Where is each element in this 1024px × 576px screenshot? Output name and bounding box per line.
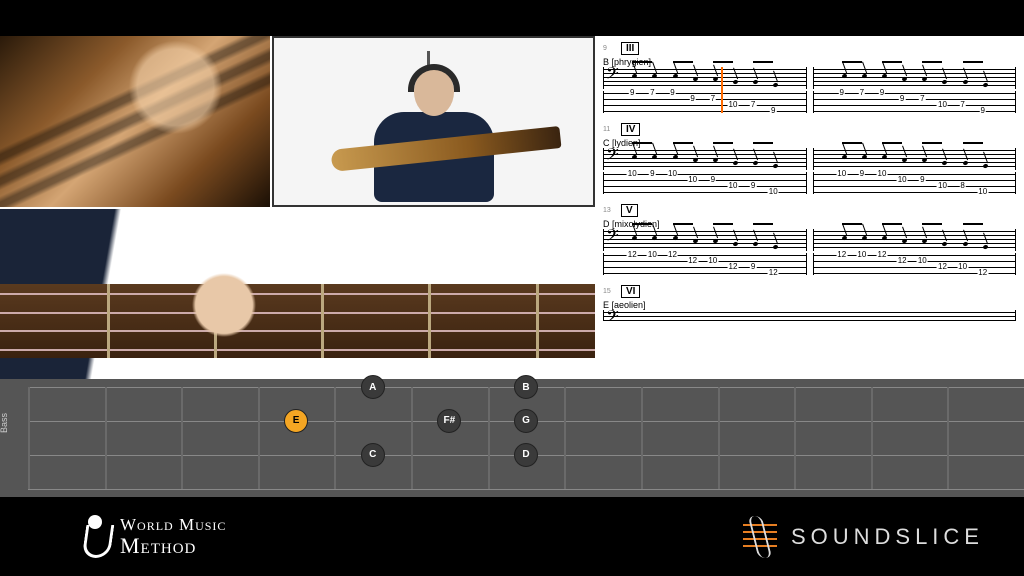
fretboard-note[interactable]: E [284, 409, 308, 433]
fretboard-note[interactable]: C [361, 443, 385, 467]
notation-system: 15VIE [aeolien]𝄢 [603, 285, 1016, 321]
fretboard-note[interactable]: B [514, 375, 538, 399]
wmm-icon [80, 515, 110, 559]
fretboard-note[interactable]: D [514, 443, 538, 467]
notation-system: 9IIIB [phrygien]𝄢979971079979971079 [603, 42, 1016, 113]
measure[interactable]: 𝄢1091010910910 [603, 148, 807, 194]
playhead[interactable] [721, 67, 723, 113]
mode-label: D [mixolydien] [603, 219, 1016, 229]
notation-panel[interactable]: 9IIIB [phrygien]𝄢97997107997997107911IVC… [595, 36, 1024, 379]
main-content: 9IIIB [phrygien]𝄢97997107997997107911IVC… [0, 36, 1024, 379]
measure[interactable]: 𝄢121012121012912 [603, 229, 807, 275]
footer: World Music Method SOUNDSLICE [0, 497, 1024, 576]
soundslice-icon [743, 520, 777, 554]
mode-label: E [aeolien] [603, 300, 1016, 310]
world-music-method-logo: World Music Method [80, 515, 226, 559]
notation-system: 13VD [mixolydien]𝄢1210121210129121210121… [603, 204, 1016, 275]
roman-numeral: III [621, 42, 639, 55]
measure[interactable]: 𝄢979971079 [603, 67, 807, 113]
mode-label: B [phrygien] [603, 57, 1016, 67]
video-closeup-left-hand[interactable] [0, 209, 595, 379]
measure[interactable]: 𝄢 [603, 310, 1016, 321]
measure[interactable]: 979971079 [813, 67, 1017, 113]
notation-system: 11IVC [lydien]𝄢1091010910910109101091081… [603, 123, 1016, 194]
fretboard-diagram[interactable]: Bass ABEF#GCD [0, 379, 1024, 497]
fretboard-label: Bass [0, 413, 9, 433]
fretboard-note[interactable]: G [514, 409, 538, 433]
roman-numeral: VI [621, 285, 640, 298]
measure[interactable]: 1210121210121012 [813, 229, 1017, 275]
fretboard-note[interactable]: F# [437, 409, 461, 433]
video-closeup-right-hand[interactable] [0, 36, 270, 207]
mode-label: C [lydien] [603, 138, 1016, 148]
fretboard-note[interactable]: A [361, 375, 385, 399]
measure[interactable]: 1091010910810 [813, 148, 1017, 194]
roman-numeral: V [621, 204, 638, 217]
soundslice-logo: SOUNDSLICE [743, 520, 984, 554]
video-wide-shot[interactable] [272, 36, 595, 207]
letterbox-top [0, 0, 1024, 36]
roman-numeral: IV [621, 123, 640, 136]
video-column [0, 36, 595, 379]
